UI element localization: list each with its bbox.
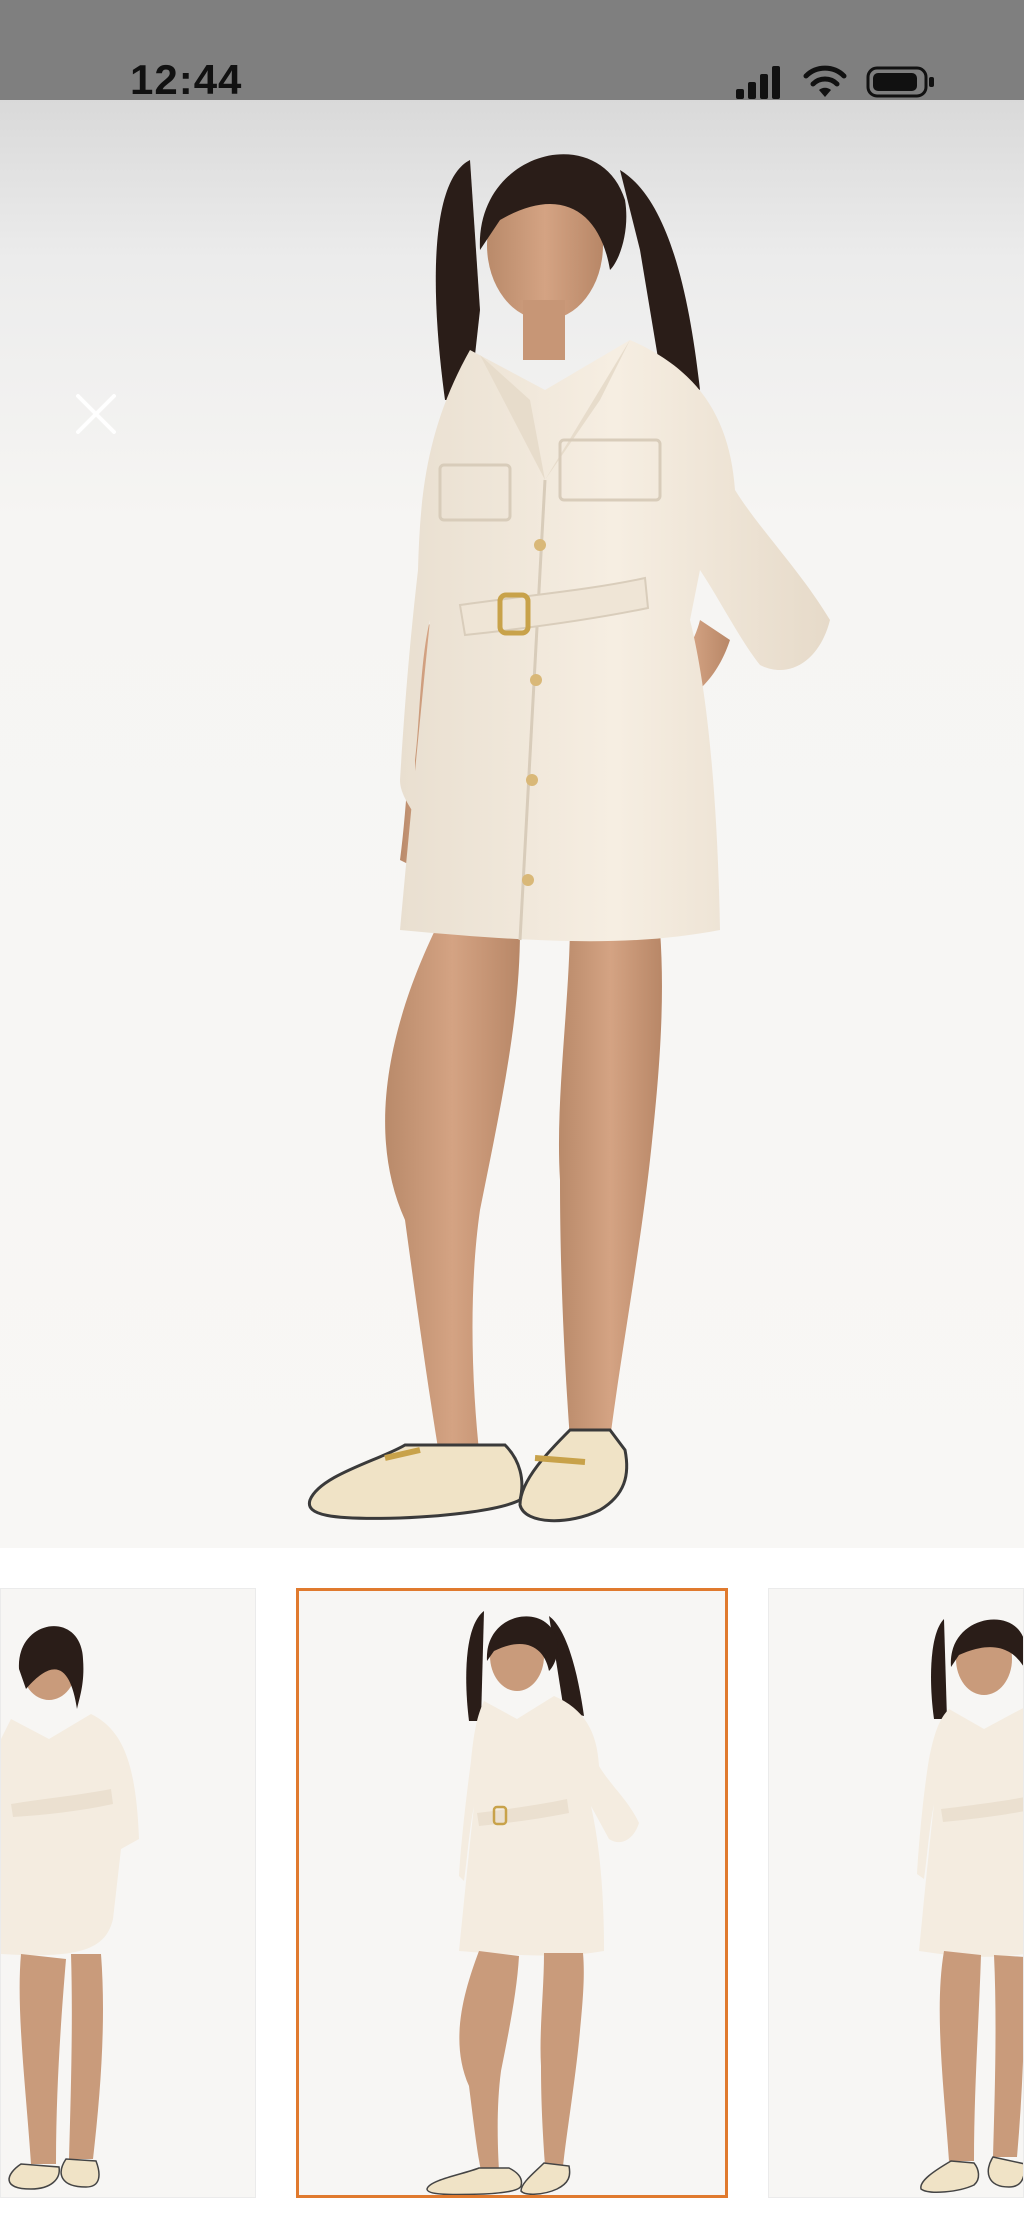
status-time: 12:44 [130,56,243,103]
product-main-image [0,100,1024,1548]
cellular-signal-icon [736,66,780,99]
status-icons [734,62,936,102]
thumbnail-image [1,1626,139,2190]
close-button[interactable] [66,384,126,444]
thumbnail-1[interactable] [0,1588,256,2198]
image-viewer-screen: 12:44 [0,0,1024,2226]
wifi-icon [803,65,847,97]
thumbnail-2-selected[interactable] [296,1588,728,2198]
thumbnail-3[interactable] [768,1588,1024,2198]
close-icon [76,394,116,434]
model-photo [307,154,830,1523]
status-bar: 12:44 [0,0,1024,103]
thumbnail-image [426,1611,639,2195]
thumbnail-image [917,1619,1023,2193]
thumbnail-strip [0,1588,1024,2198]
battery-icon [866,66,934,98]
